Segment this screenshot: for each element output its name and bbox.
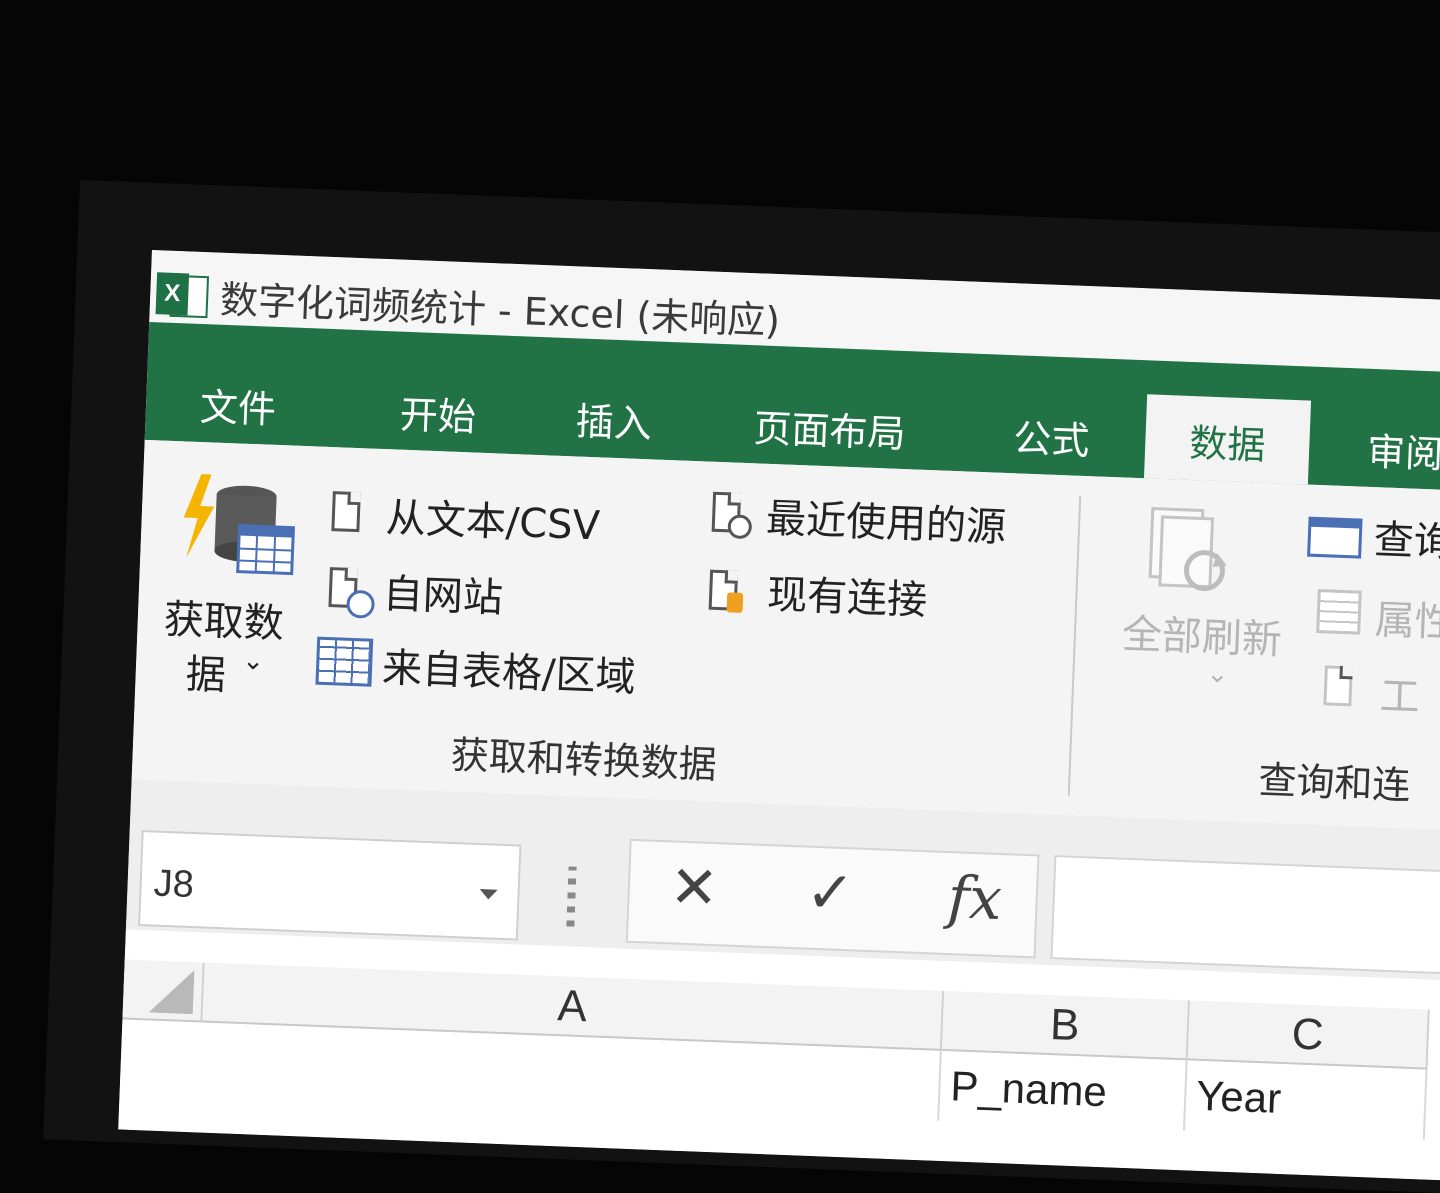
connection-db-icon	[726, 592, 744, 613]
excel-icon: X	[155, 272, 210, 319]
ribbon-data-panel: 获取数 据 ⌄ 从文本/CSV 自网站 来自表格/区域 最近使用的源 现有连接 …	[131, 439, 1440, 833]
tab-home[interactable]: 开始	[399, 384, 477, 442]
from-text-csv-label: 从文本/CSV	[384, 495, 601, 550]
tab-review[interactable]: 审阅	[1366, 421, 1440, 479]
from-web-label: 自网站	[382, 571, 504, 622]
from-table-range-label: 来自表格/区域	[381, 645, 637, 701]
select-all-corner[interactable]	[122, 959, 205, 1023]
select-all-icon	[148, 968, 195, 1015]
group-divider	[1067, 495, 1082, 796]
table-icon	[315, 636, 374, 687]
clock-icon	[727, 514, 753, 540]
refresh-icon	[1148, 507, 1231, 598]
get-data-label-line1: 获取数	[162, 596, 285, 648]
tab-insert[interactable]: 插入	[575, 390, 653, 448]
name-box-value: J8	[152, 862, 195, 907]
name-box[interactable]: J8	[138, 830, 522, 941]
formula-buttons: ✕ ✓ fx	[625, 838, 1040, 959]
cell-b1[interactable]: P_name	[939, 1050, 1188, 1131]
group-label-queries-connections: 查询和连	[1257, 757, 1412, 808]
properties-label: 属性	[1373, 597, 1440, 647]
column-header-b[interactable]: B	[941, 990, 1190, 1061]
tab-page-layout[interactable]: 页面布局	[753, 397, 907, 458]
group-label-get-transform: 获取和转换数据	[449, 732, 718, 788]
enter-check-icon[interactable]: ✓	[805, 858, 856, 928]
globe-icon	[346, 589, 376, 619]
text-file-icon	[331, 491, 361, 533]
excel-window: X 数字化词频统计 - Excel (未响应) 文件 开始 插入 页面布局 公式…	[118, 250, 1440, 1181]
cell-c1[interactable]: Year	[1184, 1060, 1428, 1140]
get-data-icon	[175, 471, 299, 586]
splitter-handle[interactable]	[566, 866, 577, 927]
refresh-all-label: 全部刷新	[1121, 611, 1283, 664]
edit-links-label: 工	[1378, 673, 1421, 721]
get-data-label-line2: 据	[184, 651, 227, 700]
chevron-down-icon: ⌄	[1205, 658, 1229, 690]
edit-links-icon	[1323, 665, 1353, 707]
tab-data[interactable]: 数据	[1143, 394, 1312, 485]
properties-icon	[1316, 589, 1362, 635]
queries-label: 查询	[1372, 517, 1440, 567]
column-header-c[interactable]: C	[1187, 1000, 1430, 1070]
recent-sources-label: 最近使用的源	[765, 495, 1007, 551]
insert-function-icon[interactable]: fx	[946, 863, 1003, 933]
formula-input[interactable]	[1050, 855, 1440, 977]
tab-file[interactable]: 文件	[199, 376, 277, 434]
existing-connections-label: 现有连接	[766, 571, 928, 624]
tab-formulas[interactable]: 公式	[1012, 407, 1091, 465]
chevron-down-icon: ⌄	[241, 645, 265, 677]
cancel-icon[interactable]: ✕	[669, 852, 720, 922]
queries-pane-icon	[1307, 516, 1363, 559]
dropdown-arrow-icon[interactable]	[479, 889, 498, 900]
